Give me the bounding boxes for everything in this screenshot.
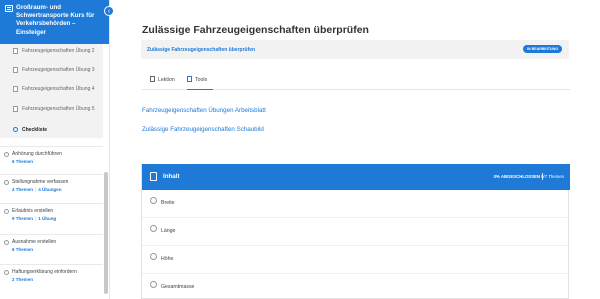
circle-icon xyxy=(150,253,157,260)
checklist-label: Checkliste xyxy=(22,126,48,133)
topic-name: Anhörung durchführen xyxy=(12,151,62,157)
course-icon xyxy=(5,5,13,12)
breadcrumb[interactable]: Zulässige Fahrzeugeigenschaften überprüf… xyxy=(147,47,255,53)
content-topic-row[interactable]: Breite xyxy=(142,190,568,218)
circle-icon xyxy=(4,180,9,185)
topic-label: Gesamtmasse xyxy=(161,284,195,290)
sidebar: Großraum- und Schwertransporte Kurs für … xyxy=(0,0,110,299)
course-header[interactable]: Großraum- und Schwertransporte Kurs für … xyxy=(0,0,109,44)
lesson-label: Fahrzeugeigenschaften Übung 5 xyxy=(22,106,95,112)
clipboard-icon xyxy=(187,76,192,82)
content-header[interactable]: Inhalt 0% ABGESCHLOSSEN 0/7 Themen xyxy=(142,164,570,190)
topic-themen: 6 Themen xyxy=(12,247,34,252)
circle-icon xyxy=(4,270,9,275)
content-card: Inhalt 0% ABGESCHLOSSEN 0/7 Themen Breit… xyxy=(141,164,570,299)
sidebar-topic[interactable]: Erlaubnis erstellen 9 Themen | 1 Übung xyxy=(0,203,103,233)
topic-label: Breite xyxy=(161,200,175,206)
lesson-list: Fahrzeugeigenschaften Übung 2 Fahrzeugei… xyxy=(0,44,103,138)
sidebar-topic[interactable]: Anhörung durchführen 6 Themen xyxy=(0,146,103,170)
topic-meta: 6 Themen xyxy=(12,247,33,252)
topic-themen: 2 Themen xyxy=(12,277,34,282)
course-title[interactable]: Großraum- und Schwertransporte Kurs für … xyxy=(16,4,106,37)
sidebar-scrollbar[interactable] xyxy=(104,172,108,294)
circle-icon xyxy=(4,209,9,214)
status-badge: IN BEARBEITUNG xyxy=(523,45,562,53)
topic-label: Länge xyxy=(161,228,176,234)
document-icon xyxy=(150,172,157,181)
topic-label: Höhe xyxy=(161,256,174,262)
chevron-left-icon[interactable]: ‹ xyxy=(104,6,114,16)
topic-uebungen: 1 Übung xyxy=(38,216,57,221)
diagram-link[interactable]: Zulässige Fahrzeugeigenschaften Schaubil… xyxy=(142,126,264,133)
topic-name: Haftungserklärung einfordern xyxy=(12,269,77,275)
document-icon xyxy=(13,67,18,73)
document-icon xyxy=(13,106,18,112)
topic-meta: 9 Themen | 1 Übung xyxy=(12,216,57,221)
main-content: Zulässige Fahrzeugeigenschaften überprüf… xyxy=(110,0,600,299)
worksheet-link[interactable]: Fahrzeugeigenschaften Übungen Arbeitsbla… xyxy=(142,107,266,114)
content-topic-row[interactable]: Gesamtmasse xyxy=(142,274,568,299)
content-title: Inhalt xyxy=(163,173,180,180)
sidebar-topic[interactable]: Stellungnahme verfassen 4 Themen | 4 Übung… xyxy=(0,174,103,204)
topic-count: 0/7 Themen xyxy=(541,174,564,179)
content-topic-row[interactable]: Höhe xyxy=(142,246,568,274)
circle-icon xyxy=(150,281,157,288)
progress-label: 0% ABGESCHLOSSEN xyxy=(493,174,540,179)
lesson-label: Fahrzeugeigenschaften Übung 3 xyxy=(22,67,95,73)
topic-meta: 2 Themen xyxy=(12,277,33,282)
topic-meta: 4 Themen | 4 Übungen xyxy=(12,187,62,192)
sidebar-topic[interactable]: Haftungserklärung einfordern 2 Themen xyxy=(0,264,103,294)
circle-icon xyxy=(13,127,18,132)
lesson-label: Fahrzeugeigenschaften Übung 4 xyxy=(22,86,95,92)
tab-label: Tools xyxy=(195,76,208,83)
document-icon xyxy=(150,76,155,82)
topic-meta: 6 Themen xyxy=(12,159,33,164)
tab-tools[interactable]: Tools xyxy=(187,75,213,90)
circle-icon xyxy=(4,152,9,157)
tab-bar: Lektion Tools xyxy=(142,71,570,90)
topic-uebungen: 4 Übungen xyxy=(38,187,62,192)
content-topic-row[interactable]: Länge xyxy=(142,218,568,246)
topic-themen: 4 Themen xyxy=(12,187,34,192)
sidebar-topic[interactable]: Ausnahme erstellen 6 Themen xyxy=(0,234,103,264)
topic-themen: 9 Themen xyxy=(12,216,34,221)
topic-name: Stellungnahme verfassen xyxy=(12,179,69,185)
document-icon xyxy=(13,86,18,92)
topic-themen: 6 Themen xyxy=(12,159,34,164)
topic-name: Ausnahme erstellen xyxy=(12,239,57,245)
lesson-label: Fahrzeugeigenschaften Übung 2 xyxy=(22,48,95,54)
page-title: Zulässige Fahrzeugeigenschaften überprüf… xyxy=(142,24,369,36)
document-icon xyxy=(13,48,18,54)
status-bar: Zulässige Fahrzeugeigenschaften überprüf… xyxy=(141,40,569,59)
circle-icon xyxy=(150,197,157,204)
topic-name: Erlaubnis erstellen xyxy=(12,208,54,214)
tab-label: Lektion xyxy=(158,76,175,83)
circle-icon xyxy=(150,225,157,232)
circle-icon xyxy=(4,240,9,245)
